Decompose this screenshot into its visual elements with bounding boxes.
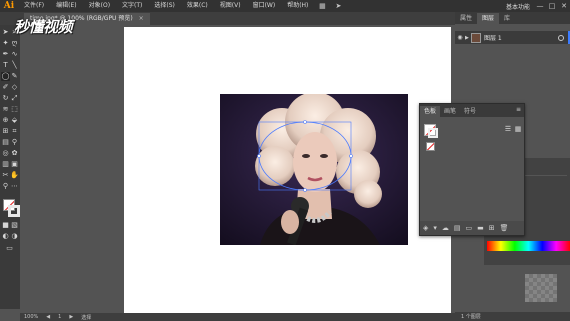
close-tab-icon[interactable]: × [139, 15, 144, 22]
eraser-tool-icon[interactable]: ◇ [10, 83, 19, 92]
pen-tool-icon[interactable]: ✒ [1, 50, 10, 59]
canvas-area[interactable] [20, 25, 455, 313]
shaper-tool-icon[interactable]: ✐ [1, 83, 10, 92]
tab-brushes[interactable]: 画笔 [440, 106, 460, 117]
close-window-button[interactable]: ✕ [558, 2, 570, 10]
visibility-eye-icon[interactable]: ◉ [455, 34, 465, 41]
maximize-button[interactable]: □ [546, 2, 558, 10]
color-mode-icon[interactable]: ■ [1, 221, 10, 230]
status-tool: 选择 [81, 314, 92, 321]
magic-wand-tool-icon[interactable]: ✦ [1, 39, 10, 48]
menu-file[interactable]: 文件(F) [18, 0, 50, 12]
artboard[interactable] [124, 27, 451, 313]
edit-toolbar-icon[interactable]: ⋯ [10, 182, 19, 191]
show-kinds-icon[interactable]: ▾ [433, 224, 437, 232]
perspective-grid-tool-icon[interactable]: ⊞ [1, 127, 10, 136]
artboard-tool-icon[interactable]: ▣ [10, 160, 19, 169]
draw-normal-icon[interactable]: ◐ [1, 232, 10, 241]
shape-builder-tool-icon[interactable]: ⊕ [1, 116, 10, 125]
menu-help[interactable]: 帮助(H) [281, 0, 314, 12]
stroke-swatch-icon[interactable] [8, 205, 20, 217]
zoom-tool-icon[interactable]: ⚲ [1, 182, 10, 191]
tab-swatches[interactable]: 色板 [420, 106, 441, 117]
menu-bar: Ai 文件(F) 编辑(E) 对象(O) 文字(T) 选择(S) 效果(C) 视… [0, 0, 570, 12]
panel-tabs: 属性 图层 库 [455, 12, 570, 24]
paintbrush-tool-icon[interactable]: ✎ [10, 72, 19, 81]
menu-edit[interactable]: 编辑(E) [50, 0, 82, 12]
arrange-documents-icon[interactable]: ▦ [318, 2, 326, 10]
mesh-tool-icon[interactable]: ⌗ [10, 127, 19, 136]
minimize-button[interactable]: — [534, 2, 546, 10]
grid-view-icon[interactable]: ▦ [514, 125, 522, 133]
curvature-tool-icon[interactable]: ∿ [10, 50, 19, 59]
workspace-switcher[interactable]: 基本功能 [502, 2, 534, 11]
layer-name[interactable]: 图层 1 [484, 33, 558, 42]
cloud-icon[interactable]: ☁ [442, 224, 449, 232]
swatches-panel: 色板 画笔 符号 ≡ ☰ ▦ ◈ ▾ ☁ ▤ ▭ ▬ ⊞ 🗑 [419, 103, 525, 236]
menu-view[interactable]: 视图(V) [214, 0, 247, 12]
menu-select[interactable]: 选择(S) [148, 0, 181, 12]
gradient-tool-icon[interactable]: ▤ [1, 138, 10, 147]
tools-panel: ➤ ➢ ✦ ღ ✒ ∿ T ╲ ◯ ✎ ✐ ◇ ↻ ⤢ ≋ ⬚ ⊕ ⬙ ⊞ ⌗ … [0, 25, 20, 309]
status-bar: 100% ◀ 1 ▶ 选择 [20, 313, 455, 321]
list-view-icon[interactable]: ☰ [504, 125, 512, 133]
watermark: 秒懂视频 [14, 18, 73, 36]
live-paint-tool-icon[interactable]: ⬙ [10, 116, 19, 125]
layer-thumbnail [471, 32, 481, 43]
color-spectrum[interactable] [487, 241, 570, 251]
line-tool-icon[interactable]: ╲ [10, 61, 19, 70]
next-artboard-icon[interactable]: ▶ [65, 314, 77, 320]
zoom-level[interactable]: 100% [20, 314, 42, 320]
send-icon[interactable]: ➤ [334, 2, 342, 10]
none-swatch-icon[interactable] [426, 142, 435, 151]
layers-count: 1 个图层 [455, 312, 570, 321]
eyedropper-tool-icon[interactable]: ⚲ [10, 138, 19, 147]
blend-tool-icon[interactable]: ◎ [1, 149, 10, 158]
hand-tool-icon[interactable]: ✋ [10, 171, 19, 180]
ellipse-tool-icon[interactable]: ◯ [1, 72, 10, 81]
gradient-mode-icon[interactable]: ▧ [10, 221, 19, 230]
slice-tool-icon[interactable]: ✂ [1, 171, 10, 180]
swatches-bottom-bar: ◈ ▾ ☁ ▤ ▭ ▬ ⊞ 🗑 [420, 221, 524, 235]
draw-inside-icon[interactable]: ◑ [10, 232, 19, 241]
swatch-options-icon[interactable]: ▤ [454, 224, 461, 232]
tab-symbols[interactable]: 符号 [460, 106, 480, 117]
layer-target-icon[interactable] [558, 34, 564, 41]
menu-object[interactable]: 对象(O) [83, 0, 116, 12]
menu-type[interactable]: 文字(T) [116, 0, 148, 12]
selection-tool-icon[interactable]: ➤ [1, 28, 10, 37]
tab-properties[interactable]: 属性 [455, 13, 477, 24]
prev-artboard-icon[interactable]: ◀ [42, 314, 54, 320]
symbol-sprayer-tool-icon[interactable]: ✿ [10, 149, 19, 158]
column-graph-tool-icon[interactable]: ▥ [1, 160, 10, 169]
free-transform-tool-icon[interactable]: ⬚ [10, 105, 19, 114]
menu-window[interactable]: 窗口(W) [247, 0, 282, 12]
photo-image [220, 94, 408, 245]
tab-layers[interactable]: 图层 [477, 13, 500, 24]
panel-stroke-swatch-icon[interactable] [428, 128, 438, 138]
menu-effect[interactable]: 效果(C) [181, 0, 214, 12]
tab-libraries[interactable]: 库 [499, 13, 515, 24]
panel-menu-icon[interactable]: ≡ [516, 106, 521, 113]
width-tool-icon[interactable]: ≋ [1, 105, 10, 114]
delete-swatch-icon[interactable]: 🗑 [500, 224, 509, 232]
new-swatch-icon[interactable]: ⊞ [489, 224, 495, 232]
placed-photo[interactable] [220, 94, 408, 245]
layer-row[interactable]: ◉ ▶ 图层 1 [455, 31, 570, 44]
new-folder-icon[interactable]: ▬ [477, 224, 484, 232]
fill-stroke-widget[interactable] [3, 199, 20, 217]
new-color-group-icon[interactable]: ▭ [466, 224, 473, 232]
lasso-tool-icon[interactable]: ღ [10, 39, 19, 48]
rotate-tool-icon[interactable]: ↻ [1, 94, 10, 103]
swatches-panel-tabs: 色板 画笔 符号 ≡ [420, 104, 524, 117]
transparency-checker [525, 274, 557, 302]
artboard-number[interactable]: 1 [54, 314, 65, 320]
swatch-libraries-icon[interactable]: ◈ [423, 224, 428, 232]
screen-mode-icon[interactable]: ▭ [5, 244, 14, 253]
type-tool-icon[interactable]: T [1, 61, 10, 70]
app-logo: Ai [3, 1, 15, 11]
scale-tool-icon[interactable]: ⤢ [10, 94, 19, 103]
